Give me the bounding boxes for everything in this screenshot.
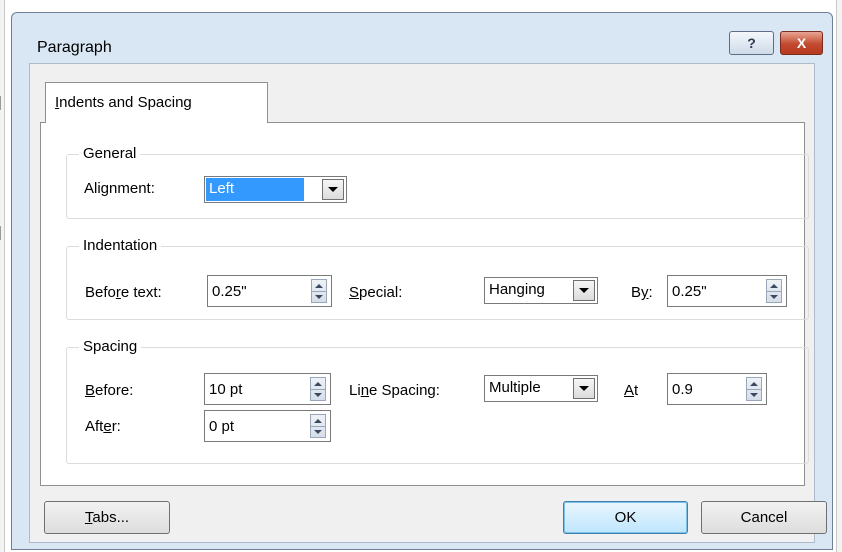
chevron-down-icon: [328, 187, 338, 192]
line-spacing-label: Line Spacing:: [349, 382, 440, 399]
by-value: 0.25": [672, 283, 707, 300]
background-window-right-edge: [836, 0, 842, 552]
general-group: General Alignment: Left: [66, 145, 809, 219]
cancel-button[interactable]: Cancel: [701, 501, 827, 534]
line-spacing-value: Multiple: [489, 379, 541, 396]
by-label: By:: [631, 284, 653, 301]
at-spin-buttons[interactable]: [746, 377, 762, 401]
tabs-button[interactable]: Tabs...: [44, 501, 170, 534]
arrow-down-icon: [770, 294, 778, 299]
at-label: At: [624, 382, 639, 399]
dialog-title: Paragraph: [37, 39, 112, 56]
close-icon: X: [796, 35, 807, 51]
arrow-up-icon: [314, 381, 322, 386]
spin-down-button[interactable]: [311, 426, 325, 437]
before-text-label: Before text:: [85, 284, 162, 301]
arrow-down-icon: [750, 392, 758, 397]
ok-button-label: OK: [614, 509, 637, 526]
arrow-down-icon: [314, 392, 322, 397]
paragraph-dialog: Paragraph ? X Indents and Spacing Genera…: [11, 12, 833, 550]
spin-down-button[interactable]: [312, 291, 326, 302]
before-spinner[interactable]: 10 pt: [204, 373, 331, 405]
alignment-value: Left: [206, 178, 304, 201]
after-value: 0 pt: [209, 418, 235, 435]
spin-down-button[interactable]: [767, 291, 781, 302]
at-value: 0.9: [672, 381, 693, 398]
tab-indents-and-spacing[interactable]: Indents and Spacing: [45, 82, 268, 123]
cancel-button-label: Cancel: [740, 509, 788, 526]
at-spinner[interactable]: 0.9: [667, 373, 767, 405]
group-title-general: General: [79, 145, 141, 162]
before-text-spinner[interactable]: 0.25": [207, 275, 332, 307]
ok-button[interactable]: OK: [563, 501, 688, 534]
after-spinner[interactable]: 0 pt: [204, 410, 331, 442]
alignment-select[interactable]: Left: [204, 176, 347, 203]
arrow-down-icon: [315, 294, 323, 299]
tab-label: Indents and Spacing: [55, 94, 192, 111]
special-value: Hanging: [489, 281, 545, 298]
special-select[interactable]: Hanging: [484, 277, 598, 304]
line-spacing-select[interactable]: Multiple: [484, 375, 598, 402]
tabs-button-label: Tabs...: [84, 509, 130, 526]
line-spacing-dropdown-button[interactable]: [573, 378, 595, 399]
close-button[interactable]: X: [780, 31, 823, 55]
indentation-group: Indentation Before text: 0.25" Special: …: [66, 237, 809, 320]
group-title-spacing: Spacing: [79, 338, 142, 355]
chevron-down-icon: [579, 288, 589, 293]
after-label: After:: [85, 418, 121, 435]
alignment-dropdown-button[interactable]: [322, 179, 344, 200]
spin-down-button[interactable]: [311, 389, 325, 400]
arrow-up-icon: [315, 283, 323, 288]
before-label: Before:: [85, 382, 134, 399]
before-value: 10 pt: [209, 381, 243, 398]
background-tick: [0, 226, 1, 240]
background-window-left-edge: [0, 0, 5, 552]
background-tick: [0, 96, 1, 110]
tab-panel: General Alignment: Left Indentation Befo…: [40, 122, 809, 486]
help-icon: ?: [747, 35, 756, 51]
spin-down-button[interactable]: [747, 389, 761, 400]
help-button[interactable]: ?: [729, 31, 774, 55]
arrow-up-icon: [770, 283, 778, 288]
before-text-spin-buttons[interactable]: [311, 279, 327, 303]
chevron-down-icon: [579, 386, 589, 391]
arrow-down-icon: [314, 429, 322, 434]
by-spin-buttons[interactable]: [766, 279, 782, 303]
before-text-value: 0.25": [212, 283, 247, 300]
before-spin-buttons[interactable]: [310, 377, 326, 401]
special-label: Special:: [349, 284, 403, 301]
special-dropdown-button[interactable]: [573, 280, 595, 301]
group-title-indentation: Indentation: [79, 237, 162, 254]
after-spin-buttons[interactable]: [310, 414, 326, 438]
dialog-client-area: Indents and Spacing General Alignment: L…: [29, 63, 827, 543]
arrow-up-icon: [750, 381, 758, 386]
alignment-label: Alignment:: [84, 180, 155, 197]
spacing-group: Spacing Before: 10 pt Line Spacing: Mult…: [66, 338, 809, 464]
arrow-up-icon: [314, 418, 322, 423]
by-spinner[interactable]: 0.25": [667, 275, 787, 307]
